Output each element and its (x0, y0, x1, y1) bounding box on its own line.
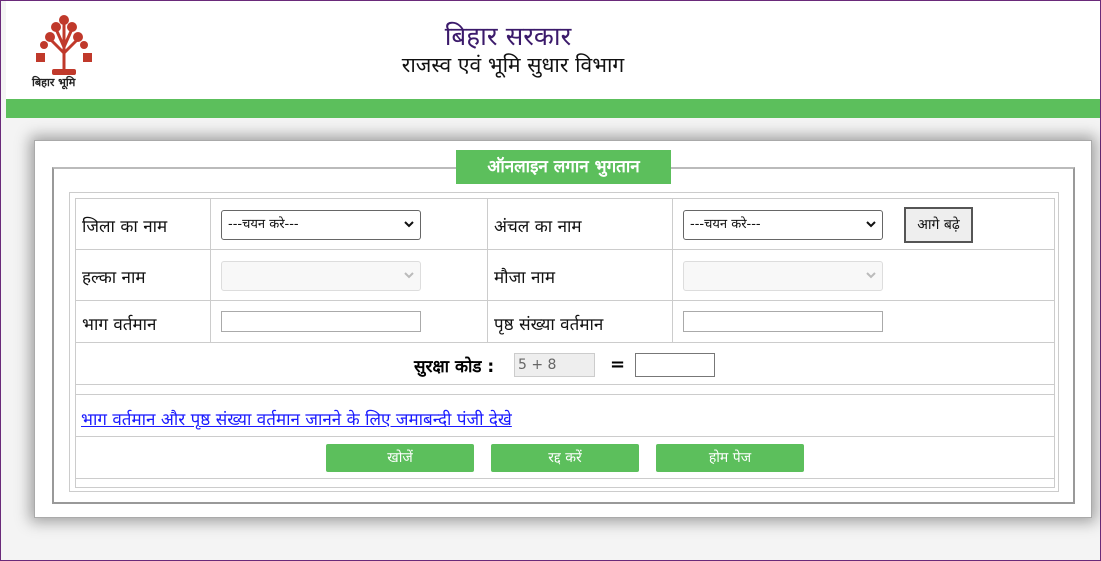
jamabandi-link-row: भाग वर्तमान और पृष्ठ संख्या वर्तमान जानन… (76, 395, 1054, 437)
bhag-input[interactable] (221, 311, 421, 332)
cancel-button[interactable]: रद्द करें (491, 444, 639, 472)
form-fieldset: जिला का नाम ---चयन करे--- अंचल का नाम --… (52, 167, 1075, 504)
circle-select-value: ---चयन करे--- (690, 217, 761, 232)
chevron-down-icon (404, 221, 414, 228)
halka-mauza-row: हल्का नाम मौजा नाम (76, 250, 1054, 301)
spacer-row (76, 385, 1054, 395)
form-inner-box: जिला का नाम ---चयन करे--- अंचल का नाम --… (69, 192, 1059, 492)
captcha-answer-input[interactable] (635, 353, 715, 377)
captcha-row: सुरक्षा कोड : 5 + 8 = (76, 343, 1054, 385)
bhag-page-row: भाग वर्तमान पृष्ठ संख्या वर्तमान (76, 301, 1054, 343)
district-label: जिला का नाम (82, 217, 168, 237)
green-divider-bar (6, 99, 1100, 118)
mauza-label: मौजा नाम (494, 268, 555, 288)
district-circle-row: जिला का नाम ---चयन करे--- अंचल का नाम --… (76, 199, 1054, 250)
halka-select[interactable] (221, 261, 421, 291)
jamabandi-link[interactable]: भाग वर्तमान और पृष्ठ संख्या वर्तमान जानन… (81, 407, 512, 430)
chevron-down-icon (404, 272, 414, 279)
department-subtitle: राजस्व एवं भूमि सुधार विभाग (401, 53, 625, 77)
chevron-down-icon (866, 221, 876, 228)
chevron-down-icon (866, 272, 876, 279)
form-panel: जिला का नाम ---चयन करे--- अंचल का नाम --… (34, 140, 1092, 518)
home-button[interactable]: होम पेज (656, 444, 804, 472)
form-grid: जिला का नाम ---चयन करे--- अंचल का नाम --… (75, 198, 1055, 488)
captcha-question: 5 + 8 (514, 353, 595, 377)
action-buttons-row: खोजें रद्द करें होम पेज (76, 437, 1054, 479)
halka-label: हल्का नाम (82, 268, 146, 288)
page-frame: बिहार भूमि बिहार सरकार राजस्व एवं भूमि स… (0, 0, 1101, 561)
equals-sign: = (610, 354, 626, 375)
circle-label: अंचल का नाम (494, 217, 582, 237)
mauza-select[interactable] (683, 261, 883, 291)
page-title: बिहार सरकार (444, 22, 572, 52)
captcha-label: सुरक्षा कोड : (414, 357, 495, 377)
bhag-label: भाग वर्तमान (82, 315, 157, 335)
form-legend: ऑनलाइन लगान भुगतान (456, 150, 671, 184)
header: बिहार भूमि बिहार सरकार राजस्व एवं भूमि स… (6, 1, 1100, 99)
district-select-value: ---चयन करे--- (228, 217, 299, 232)
page-number-label: पृष्ठ संख्या वर्तमान (494, 315, 604, 335)
next-button[interactable]: आगे बढ़े (904, 207, 973, 243)
circle-select[interactable]: ---चयन करे--- (683, 210, 883, 240)
page-number-input[interactable] (683, 311, 883, 332)
search-button[interactable]: खोजें (326, 444, 474, 472)
district-select[interactable]: ---चयन करे--- (221, 210, 421, 240)
